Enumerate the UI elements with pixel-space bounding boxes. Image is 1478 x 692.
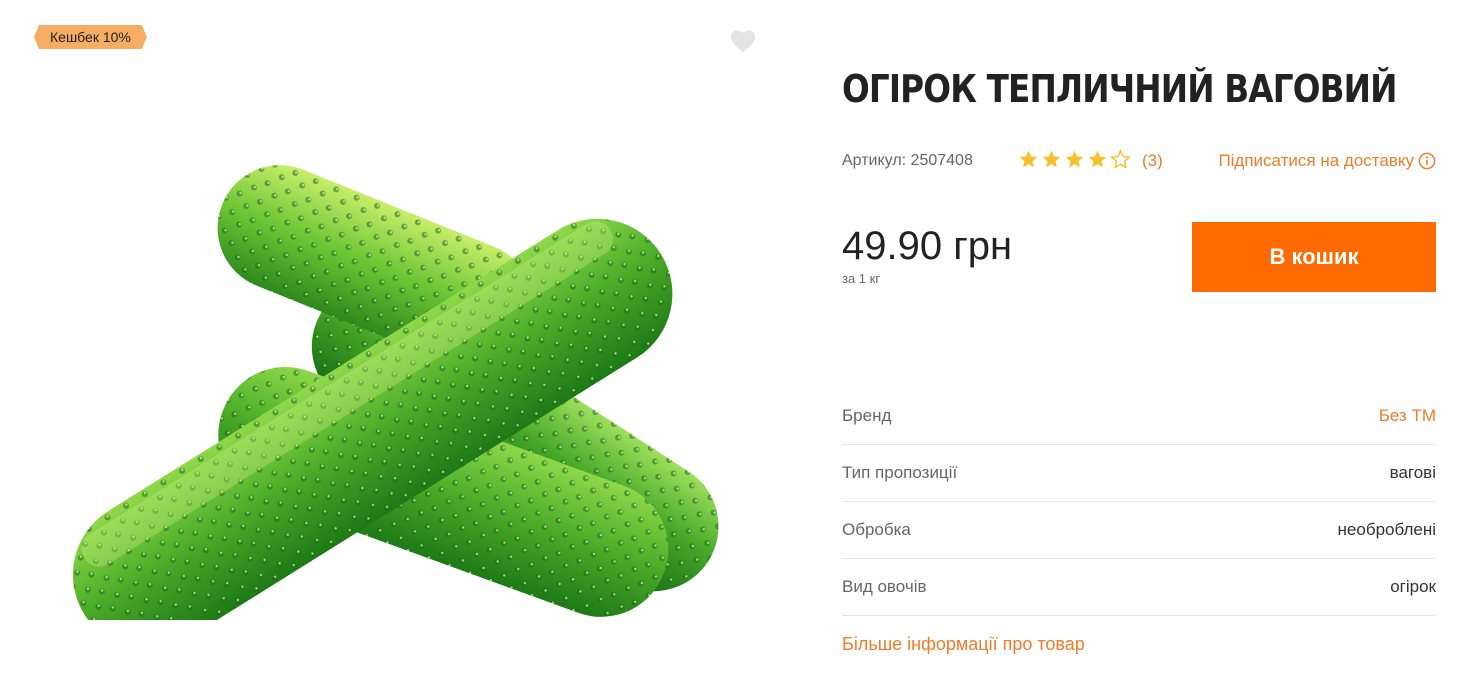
more-info-link[interactable]: Більше інформації про товар (842, 634, 1085, 655)
star-icon (1065, 150, 1084, 168)
product-gallery: Кешбек 10% (0, 0, 790, 692)
product-title: ОГІРОК ТЕПЛИЧНИЙ ВАГОВИЙ (842, 67, 1398, 111)
reviews-count-link[interactable]: (3) (1142, 151, 1163, 171)
sku-value: 2507408 (910, 152, 973, 169)
attribute-row: Бренд Без ТМ (842, 388, 1436, 445)
star-icon (1110, 149, 1131, 169)
add-to-cart-button[interactable]: В кошик (1192, 222, 1436, 292)
price-unit: за 1 кг (842, 271, 881, 286)
attribute-value: вагові (1389, 463, 1436, 482)
subscribe-delivery-link[interactable]: Підписатися на доставку (1218, 151, 1436, 171)
attribute-key: Бренд (842, 406, 892, 425)
brand-link[interactable]: Без ТМ (1379, 406, 1436, 426)
product-image[interactable] (40, 130, 760, 620)
attribute-key: Вид овочів (842, 577, 927, 596)
product-meta: Артикул: 2507408 (3) Підписатися на дост… (842, 148, 1436, 174)
price: 49.90 грн (842, 224, 1013, 268)
star-icon (1042, 150, 1061, 168)
attribute-value: огірок (1390, 577, 1436, 596)
attribute-key: Обробка (842, 520, 911, 539)
rating-stars[interactable] (1018, 149, 1131, 170)
sku: Артикул: 2507408 (842, 152, 973, 170)
product-details: ОГІРОК ТЕПЛИЧНИЙ ВАГОВИЙ Артикул: 250740… (842, 0, 1436, 692)
attribute-row: Тип пропозиції вагові (842, 445, 1436, 502)
cashback-badge: Кешбек 10% (34, 25, 147, 49)
info-icon[interactable] (1418, 152, 1436, 170)
star-icon (1088, 150, 1107, 168)
attribute-row: Обробка необроблені (842, 502, 1436, 559)
attributes-table: Бренд Без ТМ Тип пропозиції вагові Оброб… (842, 388, 1436, 616)
attribute-row: Вид овочів огірок (842, 559, 1436, 616)
heart-icon[interactable] (729, 28, 757, 54)
attribute-key: Тип пропозиції (842, 463, 958, 482)
subscribe-label: Підписатися на доставку (1218, 151, 1414, 170)
sku-label: Артикул: (842, 152, 907, 169)
star-icon (1019, 150, 1038, 168)
attribute-value: необроблені (1337, 520, 1436, 539)
